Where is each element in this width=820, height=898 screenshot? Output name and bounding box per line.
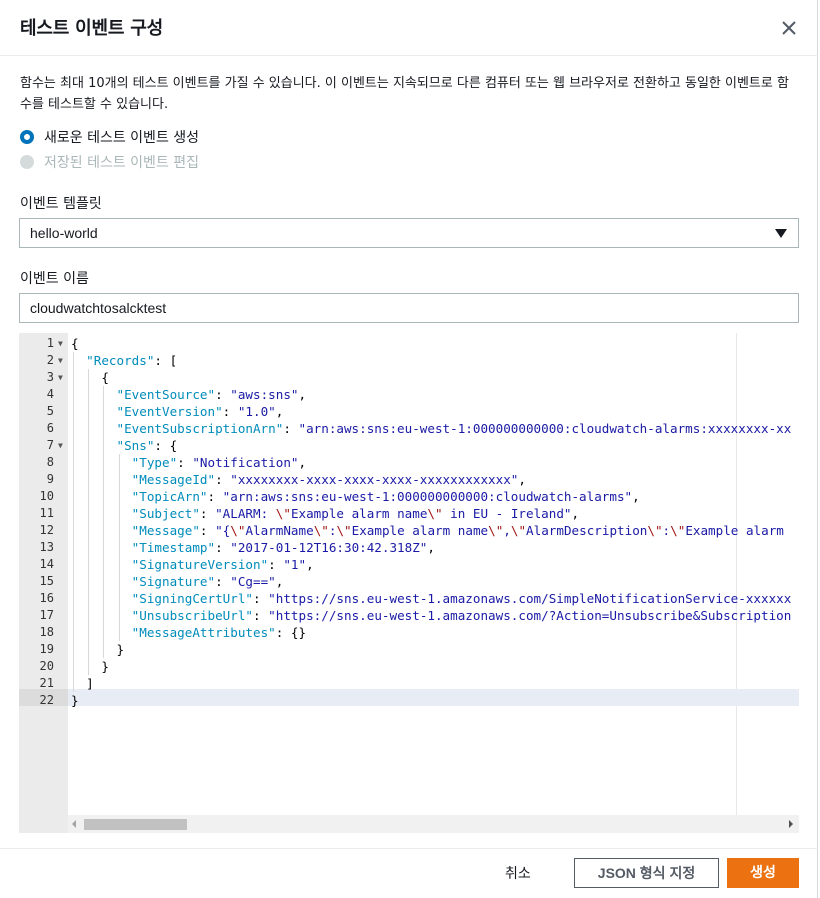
line-number: 19 — [39, 642, 54, 656]
editor-line: 10 "TopicArn": "arn:aws:sns:eu-west-1:00… — [19, 488, 799, 505]
line-number: 13 — [39, 540, 54, 554]
scrollbar-thumb[interactable] — [84, 819, 187, 830]
json-code-editor[interactable]: 1 ▼ {2 ▼ "Records": [ 3 ▼ {4 "EventSource": "… — [19, 333, 799, 833]
code-text: "Subject": "ALARM: \"Example alarm name\… — [131, 506, 580, 521]
line-number: 20 — [39, 659, 54, 673]
radio-edit-saved-label: 저장된 테스트 이벤트 편집 — [44, 155, 200, 171]
line-number: 9 — [46, 472, 54, 486]
editor-line: 8 "Type": "Notification", — [19, 454, 799, 471]
line-number: 18 — [39, 625, 54, 639]
line-number: 16 — [39, 591, 54, 605]
editor-line: 1 ▼ { — [19, 335, 799, 352]
format-json-button[interactable]: JSON 형식 지정 — [574, 858, 719, 888]
scroll-right-arrow-icon[interactable] — [789, 820, 793, 828]
radio-create-new-label: 새로운 테스트 이벤트 생성 — [44, 130, 200, 146]
code-text: "SigningCertUrl": "https://sns.eu-west-1… — [131, 591, 792, 606]
line-number: 1 — [46, 336, 54, 350]
line-number: 14 — [39, 557, 54, 571]
radio-create-new[interactable]: 새로운 테스트 이벤트 생성 — [20, 127, 199, 147]
line-number: 11 — [39, 506, 54, 520]
fold-toggle-icon[interactable]: ▼ — [58, 352, 63, 369]
fold-toggle-icon[interactable]: ▼ — [58, 369, 63, 386]
line-number: 22 — [39, 693, 54, 707]
editor-line: 12 "Message": "{\"AlarmName\":\"Example … — [19, 522, 799, 539]
configure-test-event-modal: 테스트 이벤트 구성 함수는 최대 10개의 테스트 이벤트를 가질 수 있습니… — [0, 0, 818, 898]
editor-line: 6 "EventSubscriptionArn": "arn:aws:sns:e… — [19, 420, 799, 437]
modal-description: 함수는 최대 10개의 테스트 이벤트를 가질 수 있습니다. 이 이벤트는 지… — [20, 76, 789, 112]
code-text: "Records": [ — [86, 353, 178, 368]
code-text: "Type": "Notification", — [131, 455, 307, 470]
code-text: "Timestamp": "2017-01-12T16:30:42.318Z", — [131, 540, 435, 555]
editor-line: 20 } — [19, 658, 799, 675]
editor-line: 18 "MessageAttributes": {} — [19, 624, 799, 641]
event-name-input[interactable] — [19, 293, 799, 323]
code-text: "EventVersion": "1.0", — [116, 404, 284, 419]
code-text: { — [71, 370, 109, 385]
code-text: } — [71, 642, 125, 657]
code-text: { — [71, 336, 79, 351]
code-text: "EventSubscriptionArn": "arn:aws:sns:eu-… — [116, 421, 792, 436]
line-number: 8 — [46, 455, 54, 469]
editor-line: 11 "Subject": "ALARM: \"Example alarm na… — [19, 505, 799, 522]
code-text: ] — [71, 676, 94, 691]
editor-line: 21 ] — [19, 675, 799, 692]
fold-toggle-icon[interactable]: ▼ — [58, 437, 63, 454]
editor-line: 13 "Timestamp": "2017-01-12T16:30:42.318… — [19, 539, 799, 556]
editor-line: 17 "UnsubscribeUrl": "https://sns.eu-wes… — [19, 607, 799, 624]
close-icon — [782, 21, 796, 35]
code-text: "EventSource": "aws:sns", — [116, 387, 307, 402]
radio-button-disabled — [20, 155, 34, 169]
editor-line: 16 "SigningCertUrl": "https://sns.eu-wes… — [19, 590, 799, 607]
code-text: } — [71, 659, 109, 674]
editor-line: 3 ▼ { — [19, 369, 799, 386]
event-name-label: 이벤트 이름 — [20, 271, 89, 287]
fold-toggle-icon[interactable]: ▼ — [58, 335, 63, 352]
line-number: 6 — [46, 421, 54, 435]
code-text: "TopicArn": "arn:aws:sns:eu-west-1:00000… — [131, 489, 640, 504]
close-button[interactable] — [776, 15, 802, 41]
code-text: } — [71, 693, 79, 708]
editor-line: 15 "Signature": "Cg==", — [19, 573, 799, 590]
line-number: 3 — [46, 370, 54, 384]
event-template-value: hello-world — [30, 225, 98, 241]
code-text: "MessageId": "xxxxxxxx-xxxx-xxxx-xxxx-xx… — [131, 472, 526, 487]
editor-line: 14 "SignatureVersion": "1", — [19, 556, 799, 573]
editor-line: 2 ▼ "Records": [ — [19, 352, 799, 369]
line-number: 5 — [46, 404, 54, 418]
editor-line: 9 "MessageId": "xxxxxxxx-xxxx-xxxx-xxxx-… — [19, 471, 799, 488]
line-number: 10 — [39, 489, 54, 503]
code-text: "Message": "{\"AlarmName\":\"Example ala… — [131, 523, 784, 538]
editor-line: 22} — [19, 692, 799, 709]
horizontal-scrollbar[interactable] — [68, 815, 799, 833]
create-button[interactable]: 생성 — [727, 858, 799, 888]
modal-footer: 취소 JSON 형식 지정 생성 — [0, 848, 818, 898]
code-text: "SignatureVersion": "1", — [131, 557, 314, 572]
code-text: "Signature": "Cg==", — [131, 574, 284, 589]
line-number: 2 — [46, 353, 54, 367]
code-text: "Sns": { — [116, 438, 178, 453]
modal-title: 테스트 이벤트 구성 — [20, 18, 164, 39]
cancel-button[interactable]: 취소 — [505, 863, 531, 883]
editor-line: 7 ▼ "Sns": { — [19, 437, 799, 454]
editor-line: 19 } — [19, 641, 799, 658]
line-number: 21 — [39, 676, 54, 690]
event-template-select[interactable]: hello-world — [19, 218, 799, 248]
line-number: 17 — [39, 608, 54, 622]
line-number: 7 — [46, 438, 54, 452]
event-template-label: 이벤트 템플릿 — [20, 196, 102, 212]
line-number: 4 — [46, 387, 54, 401]
editor-line: 4 "EventSource": "aws:sns", — [19, 386, 799, 403]
radio-edit-saved: 저장된 테스트 이벤트 편집 — [20, 152, 199, 172]
line-number: 15 — [39, 574, 54, 588]
line-number: 12 — [39, 523, 54, 537]
caret-down-icon — [775, 229, 787, 238]
code-text: "MessageAttributes": {} — [131, 625, 307, 640]
editor-line: 5 "EventVersion": "1.0", — [19, 403, 799, 420]
modal-header: 테스트 이벤트 구성 — [0, 0, 818, 56]
radio-button-selected[interactable] — [20, 130, 34, 144]
scroll-left-arrow-icon[interactable] — [72, 820, 76, 828]
code-text: "UnsubscribeUrl": "https://sns.eu-west-1… — [131, 608, 792, 623]
